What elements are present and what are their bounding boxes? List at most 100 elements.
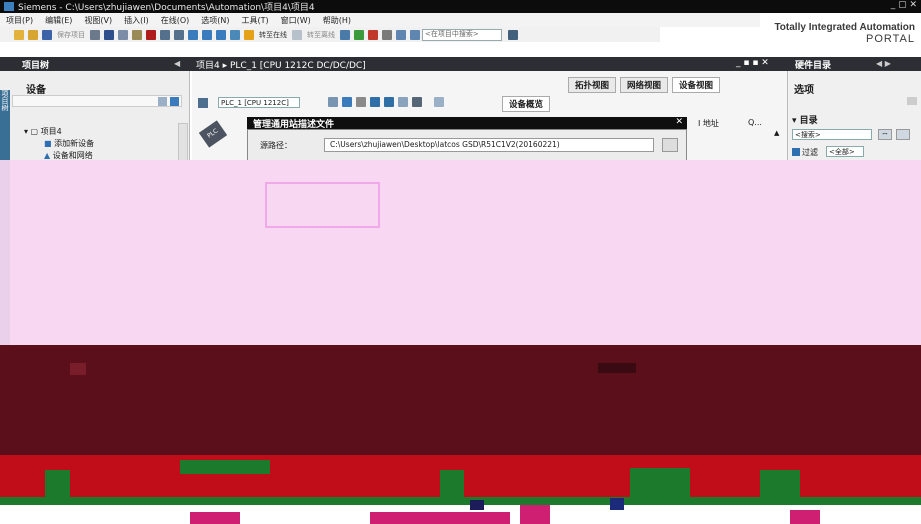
redo-icon[interactable] [174,29,184,40]
dialog-title-bar: 管理通用站描述文件 ✕ [247,117,687,130]
zoom-icon[interactable] [412,97,422,107]
corrupted-block-green [180,460,270,474]
brand-line-1: Totally Integrated Automation [774,22,915,33]
corrupted-block-magenta [190,512,240,524]
source-path-field[interactable]: C:\Users\zhujiawen\Desktop\latcos GSD\R5… [324,138,654,152]
collapse-tree-icon[interactable]: ◀ [174,59,180,68]
menu-tools[interactable]: 工具(T) [235,15,274,26]
stop-cpu-icon[interactable] [368,29,378,40]
undo-icon[interactable] [160,29,170,40]
save-icon[interactable] [42,29,52,40]
copy-icon[interactable] [118,29,128,40]
search-next-icon[interactable]: ꟷ [878,129,892,140]
device-selector-icon [198,98,208,108]
network-view-tab[interactable]: 网络视图 [620,77,669,93]
cross-reference-icon[interactable] [382,29,392,40]
fit-icon[interactable] [434,97,444,107]
grid-icon[interactable] [342,97,352,107]
corrupted-block-navy [470,500,484,510]
topology-view-tab[interactable]: 拓扑视图 [568,77,617,93]
corrupted-block-green [45,470,70,500]
show-address-icon[interactable] [328,97,338,107]
editor-breadcrumb[interactable]: 项目4 ▸ PLC_1 [CPU 1212C DC/DC/DC] [196,58,366,71]
menu-insert[interactable]: 插入(I) [118,15,155,26]
menu-edit[interactable]: 编辑(E) [39,15,78,26]
plc-badge: PLC [206,127,220,140]
tree-item-project[interactable]: ▾ ▢ 项目4 [24,126,62,137]
dialog-close-icon[interactable]: ✕ [675,117,683,127]
download-icon[interactable] [202,29,212,40]
open-project-icon[interactable] [28,29,38,40]
menu-online[interactable]: 在线(O) [155,15,196,26]
tree-view-icon[interactable] [158,97,167,106]
cut-icon[interactable] [104,29,114,40]
go-online-button[interactable]: 转至在线 [259,30,287,40]
filter-select[interactable]: <全部> [826,146,864,157]
module-icon[interactable] [384,97,394,107]
dialog-body: 源路径： C:\Users\zhujiawen\Desktop\latcos G… [247,129,687,163]
catalog-collapse-icon[interactable]: ▾ [792,116,800,126]
overview-scroll-up-icon[interactable]: ▲ [774,129,779,137]
main-toolbar: 保存项目 转至在线 转至离线 <在项目中搜索> [0,27,660,42]
options-expand-icon[interactable] [907,97,917,105]
browse-button[interactable] [662,138,678,152]
split-vertical-icon[interactable] [410,29,420,40]
menu-view[interactable]: 视图(V) [78,15,118,26]
pane-header-band: 项目树 ◀ 项目4 ▸ PLC_1 [CPU 1212C DC/DC/DC] _… [0,57,921,71]
window-title: Siemens - C:\Users\zhujiawen\Documents\A… [18,3,315,13]
app-logo-icon [4,2,14,11]
catalog-title: ▾ 目录 [792,113,818,126]
rack-icon[interactable] [370,97,380,107]
project-search-input[interactable]: <在项目中搜索> [422,28,502,41]
simulate-icon[interactable] [230,29,240,40]
source-path-label: 源路径： [260,141,292,150]
upload-icon[interactable] [216,29,226,40]
go-offline-icon[interactable] [292,29,302,40]
search-prev-icon[interactable] [896,129,910,140]
new-project-icon[interactable] [14,29,24,40]
hardware-catalog-header: 硬件目录 [795,61,832,71]
network-icon: ▲ [44,151,53,160]
filter-checkbox[interactable] [792,148,800,156]
compile-icon[interactable] [188,29,198,40]
print-icon[interactable] [90,29,100,40]
go-online-icon[interactable] [244,29,254,40]
go-offline-button[interactable]: 转至离线 [307,30,335,40]
accessible-devices-icon[interactable] [340,29,350,40]
corrupted-region-maroon [0,345,921,460]
properties-icon[interactable] [356,97,366,107]
tree-sync-icon[interactable] [170,97,179,106]
corrupted-block-navy [610,498,624,510]
save-project-button[interactable]: 保存项目 [57,30,85,40]
menu-window[interactable]: 窗口(W) [275,15,317,26]
project-tree-header: 项目树 [22,61,50,71]
expand-icon[interactable]: ▾ ▢ [24,127,41,136]
menu-options[interactable]: 选项(N) [195,15,235,26]
device-view-tab[interactable]: 设备视图 [672,77,721,93]
catalog-controls-icon[interactable]: ◀ ▶ [876,59,891,68]
catalog-search-input[interactable]: <搜索> [792,129,872,140]
brand-line-2: PORTAL [866,33,915,45]
catalog-title-label: 目录 [799,116,818,126]
device-selector[interactable]: PLC_1 [CPU 1212C] [218,97,300,108]
corrupted-block-green [760,470,800,500]
filter-label: 过滤 [802,148,818,157]
window-title-bar: Siemens - C:\Users\zhujiawen\Documents\A… [0,0,921,13]
corrupted-block [598,363,636,373]
window-controls[interactable]: _ ▢ ✕ [891,0,917,10]
tree-item-label: 项目4 [40,127,62,136]
menu-project[interactable]: 项目(P) [0,15,39,26]
start-cpu-icon[interactable] [354,29,364,40]
device-overview-tab[interactable]: 设备概览 [502,96,551,112]
paste-icon[interactable] [132,29,142,40]
tree-item-add-device[interactable]: ■ 添加新设备 [44,138,94,149]
delete-icon[interactable] [146,29,156,40]
search-icon[interactable] [508,29,518,40]
editor-window-controls[interactable]: _ ▪ ▪ ✕ [736,58,769,68]
split-horizontal-icon[interactable] [396,29,406,40]
layout-icon[interactable] [398,97,408,107]
menu-help[interactable]: 帮助(H) [317,15,357,26]
add-device-icon: ■ [44,139,55,148]
side-tab-project-tree[interactable]: 项目树 [0,90,10,170]
corrupted-block-green [440,470,464,500]
